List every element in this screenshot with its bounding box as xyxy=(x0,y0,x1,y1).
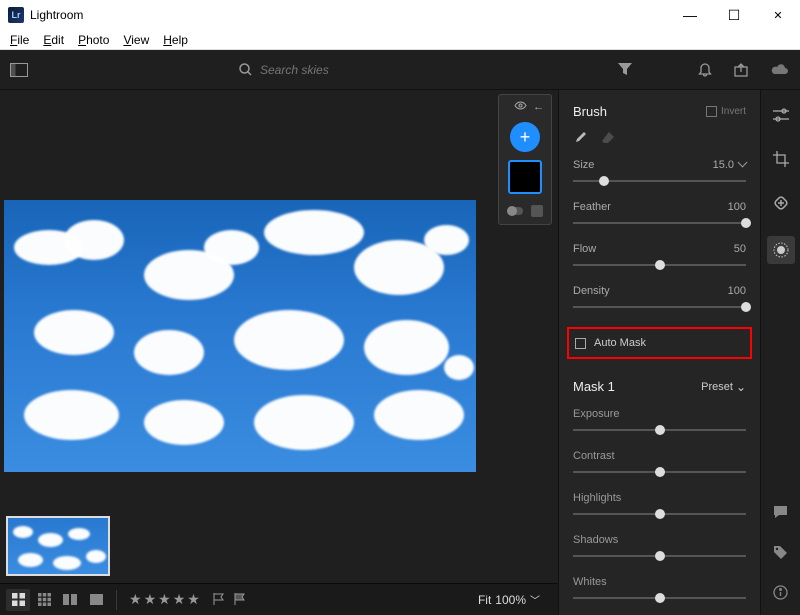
contrast-slider[interactable]: Contrast xyxy=(573,450,746,478)
flag-pick-icon[interactable] xyxy=(212,592,230,608)
brush-tool-icon[interactable] xyxy=(573,131,587,145)
compare-view-button[interactable] xyxy=(58,589,82,611)
menu-view[interactable]: View xyxy=(117,32,155,48)
tool-rail xyxy=(760,90,800,615)
tag-icon[interactable] xyxy=(770,541,792,563)
star-icon[interactable]: ★ xyxy=(158,591,171,608)
topbar xyxy=(0,50,800,90)
filmstrip-thumbnail[interactable] xyxy=(6,516,110,576)
fit-label[interactable]: Fit xyxy=(478,593,491,607)
highlights-slider[interactable]: Highlights xyxy=(573,492,746,520)
bottombar: ★ ★ ★ ★ ★ Fit 100% ﹀ xyxy=(0,583,558,615)
crop-icon[interactable] xyxy=(770,148,792,170)
eraser-icon[interactable] xyxy=(601,131,615,145)
menu-photo[interactable]: Photo xyxy=(72,32,115,48)
whites-slider[interactable]: Whites xyxy=(573,576,746,604)
menu-file[interactable]: File xyxy=(4,32,35,48)
brush-title: Brush xyxy=(573,104,607,119)
rating-stars[interactable]: ★ ★ ★ ★ ★ xyxy=(129,591,200,608)
edit-sliders-icon[interactable] xyxy=(770,104,792,126)
shadows-slider[interactable]: Shadows xyxy=(573,534,746,562)
masking-icon[interactable] xyxy=(767,236,795,264)
automask-label: Auto Mask xyxy=(594,337,646,349)
invert-button[interactable]: Invert xyxy=(706,106,746,117)
maximize-button[interactable]: ☐ xyxy=(712,0,756,30)
cloud-sync-icon[interactable] xyxy=(770,63,790,76)
filmstrip[interactable] xyxy=(0,509,558,583)
search-box[interactable] xyxy=(239,63,439,77)
canvas-column: ← + xyxy=(0,90,558,615)
chevron-down-icon: ⌄ xyxy=(736,380,746,394)
app-icon: Lr xyxy=(8,7,24,23)
add-mask-button[interactable]: + xyxy=(510,122,540,152)
app-title: Lightroom xyxy=(30,8,668,22)
search-icon xyxy=(239,63,252,76)
back-arrow-icon[interactable]: ← xyxy=(533,101,544,113)
star-icon[interactable]: ★ xyxy=(187,591,200,608)
chevron-down-icon[interactable] xyxy=(738,158,748,168)
feather-slider[interactable]: Feather100 xyxy=(573,201,746,229)
titlebar: Lr Lightroom — ☐ ✕ xyxy=(0,0,800,30)
chevron-down-icon[interactable]: ﹀ xyxy=(530,592,540,607)
healing-icon[interactable] xyxy=(770,192,792,214)
mask1-title: Mask 1 xyxy=(573,379,615,394)
grid-view-button[interactable] xyxy=(6,589,30,611)
menubar: File Edit Photo View Help xyxy=(0,30,800,50)
close-button[interactable]: ✕ xyxy=(756,0,800,30)
size-slider[interactable]: Size15.0 xyxy=(573,159,746,187)
preset-dropdown[interactable]: Preset ⌄ xyxy=(701,380,746,394)
zoom-value[interactable]: 100% xyxy=(495,593,526,607)
density-slider[interactable]: Density100 xyxy=(573,285,746,313)
filter-icon[interactable] xyxy=(618,63,632,76)
search-input[interactable] xyxy=(260,63,380,77)
flag-reject-icon[interactable] xyxy=(233,592,251,608)
star-icon[interactable]: ★ xyxy=(144,591,157,608)
mask-thumbnail[interactable] xyxy=(508,160,542,194)
star-icon[interactable]: ★ xyxy=(129,591,142,608)
flow-slider[interactable]: Flow50 xyxy=(573,243,746,271)
comment-icon[interactable] xyxy=(770,501,792,523)
main-image[interactable] xyxy=(4,200,476,472)
automask-checkbox[interactable] xyxy=(575,338,586,349)
share-icon[interactable] xyxy=(734,63,748,77)
eye-icon[interactable] xyxy=(514,101,527,113)
star-icon[interactable]: ★ xyxy=(173,591,186,608)
right-panel[interactable]: Brush Invert Size15.0 Feather100 xyxy=(558,90,760,615)
info-icon[interactable] xyxy=(770,581,792,603)
square-grid-view-button[interactable] xyxy=(32,589,56,611)
invert-icon xyxy=(706,106,717,117)
menu-help[interactable]: Help xyxy=(157,32,194,48)
menu-edit[interactable]: Edit xyxy=(37,32,70,48)
bell-icon[interactable] xyxy=(698,62,712,77)
mask-floating-panel[interactable]: ← + xyxy=(498,94,552,225)
detail-view-button[interactable] xyxy=(84,589,108,611)
minimize-button[interactable]: — xyxy=(668,0,712,30)
overlay-toggle[interactable] xyxy=(507,207,523,215)
exposure-slider[interactable]: Exposure xyxy=(573,408,746,436)
automask-row-highlighted[interactable]: Auto Mask xyxy=(567,327,752,359)
panel-toggle-icon[interactable] xyxy=(10,63,28,77)
overlay-color-icon[interactable] xyxy=(531,205,543,217)
canvas-region[interactable]: ← + xyxy=(0,90,558,509)
